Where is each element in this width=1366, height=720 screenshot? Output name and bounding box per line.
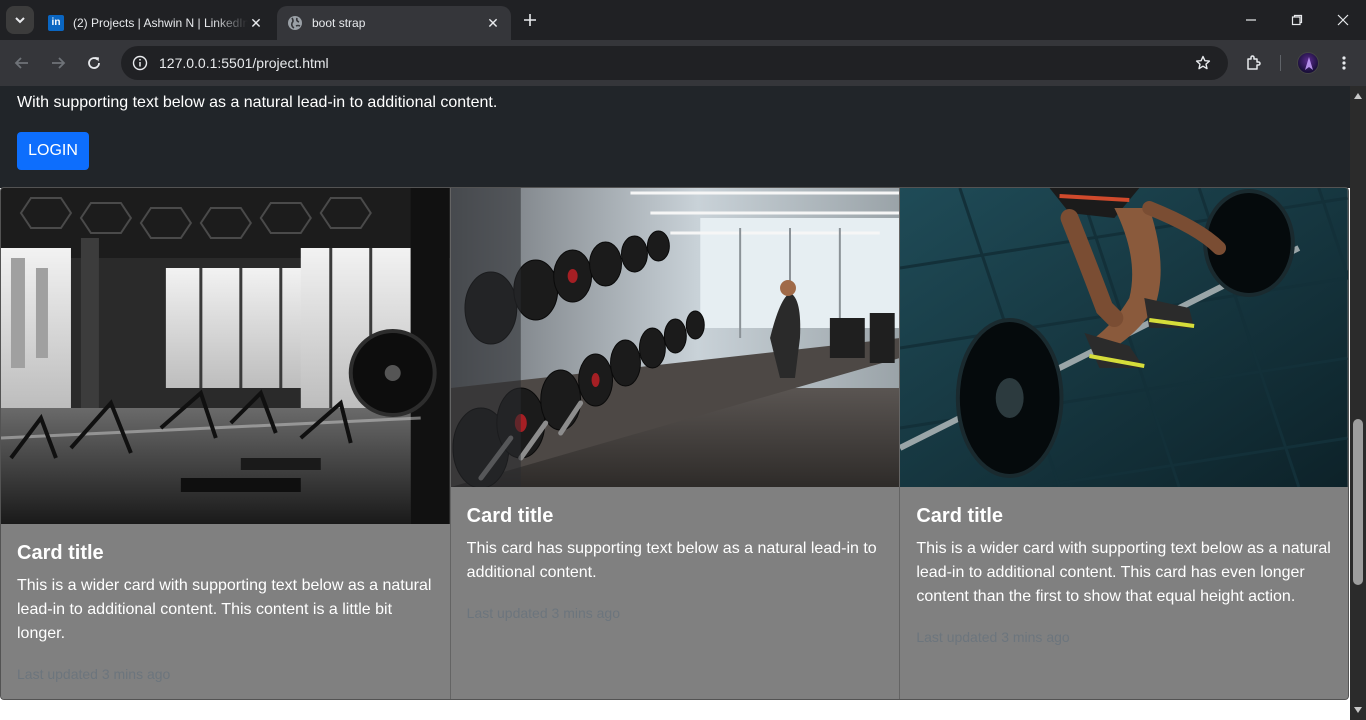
scroll-up-button[interactable] <box>1350 88 1366 104</box>
card-group: Card title This is a wider card with sup… <box>0 187 1349 700</box>
card-text: This is a wider card with supporting tex… <box>916 540 1331 605</box>
close-icon <box>1337 14 1349 26</box>
page-scrollbar[interactable] <box>1350 86 1366 720</box>
tab-search-button[interactable] <box>6 6 34 34</box>
card-image-gym-interior <box>1 188 450 524</box>
reload-button[interactable] <box>80 49 108 77</box>
extensions-button[interactable] <box>1240 49 1268 77</box>
profile-button[interactable] <box>1294 49 1322 77</box>
avatar <box>1297 52 1319 74</box>
chevron-down-icon <box>15 17 25 24</box>
tab-title: boot strap <box>312 16 366 30</box>
back-button[interactable] <box>8 49 36 77</box>
triangle-down-icon <box>1354 707 1362 713</box>
card-image-dumbbell-rack <box>450 188 900 487</box>
minimize-icon <box>1246 19 1256 21</box>
card-body: Card title This card has supporting text… <box>451 487 900 637</box>
minimize-button[interactable] <box>1228 0 1274 40</box>
browser-toolbar: 127.0.0.1:5501/project.html <box>0 40 1366 86</box>
card-title: Card title <box>916 505 1004 527</box>
tab-strip: in (2) Projects | Ashwin N | LinkedIn ✕ … <box>0 0 1366 40</box>
close-window-button[interactable] <box>1320 0 1366 40</box>
restore-button[interactable] <box>1274 0 1320 40</box>
card-title: Card title <box>466 505 554 527</box>
toolbar-divider <box>1280 55 1281 71</box>
linkedin-icon: in <box>48 15 64 31</box>
site-info-button[interactable] <box>123 46 157 80</box>
menu-button[interactable] <box>1330 49 1358 77</box>
close-icon[interactable]: ✕ <box>248 15 264 31</box>
hero-text: With supporting text below as a natural … <box>17 94 498 111</box>
star-icon <box>1195 55 1211 70</box>
plus-icon <box>524 14 536 26</box>
card-updated-text: Last updated 3 mins ago <box>916 629 1070 645</box>
card: Card title This is a wider card with sup… <box>1 188 450 699</box>
card: Card title This is a wider card with sup… <box>899 188 1348 699</box>
page-viewport: With supporting text below as a natural … <box>0 86 1350 720</box>
card-body: Card title This is a wider card with sup… <box>900 487 1348 661</box>
card-updated-text: Last updated 3 mins ago <box>17 666 171 682</box>
arrow-left-icon <box>14 57 28 69</box>
forward-button[interactable] <box>44 49 72 77</box>
new-tab-button[interactable] <box>518 8 542 32</box>
info-icon <box>132 55 148 71</box>
card-updated-text: Last updated 3 mins ago <box>466 605 621 621</box>
card-text: This card has supporting text below as a… <box>466 540 877 581</box>
close-icon[interactable]: ✕ <box>485 15 501 31</box>
scrollbar-thumb[interactable] <box>1353 419 1363 585</box>
globe-icon <box>287 15 303 31</box>
restore-icon <box>1291 14 1303 26</box>
tab-title: (2) Projects | Ashwin N | LinkedIn <box>73 16 248 30</box>
window-controls <box>1228 0 1366 40</box>
tab-linkedin[interactable]: in (2) Projects | Ashwin N | LinkedIn ✕ <box>38 6 274 40</box>
card-body: Card title This is a wider card with sup… <box>1 524 450 698</box>
login-button[interactable]: LOGIN <box>17 132 89 170</box>
card-title: Card title <box>17 542 104 564</box>
card-text: This is a wider card with supporting tex… <box>17 577 432 642</box>
arrow-right-icon <box>52 57 66 69</box>
address-bar[interactable]: 127.0.0.1:5501/project.html <box>121 46 1228 80</box>
card-image-barbell <box>900 188 1348 487</box>
triangle-up-icon <box>1354 93 1362 99</box>
kebab-menu-icon <box>1342 56 1346 70</box>
puzzle-icon <box>1247 55 1261 70</box>
reload-icon <box>88 57 100 69</box>
bookmark-button[interactable] <box>1186 46 1220 80</box>
tab-boot-strap[interactable]: boot strap ✕ <box>277 6 511 40</box>
card: Card title This card has supporting text… <box>449 188 900 699</box>
hero-section: With supporting text below as a natural … <box>0 86 1350 188</box>
url-text[interactable]: 127.0.0.1:5501/project.html <box>159 55 1186 71</box>
scroll-down-button[interactable] <box>1350 702 1366 718</box>
